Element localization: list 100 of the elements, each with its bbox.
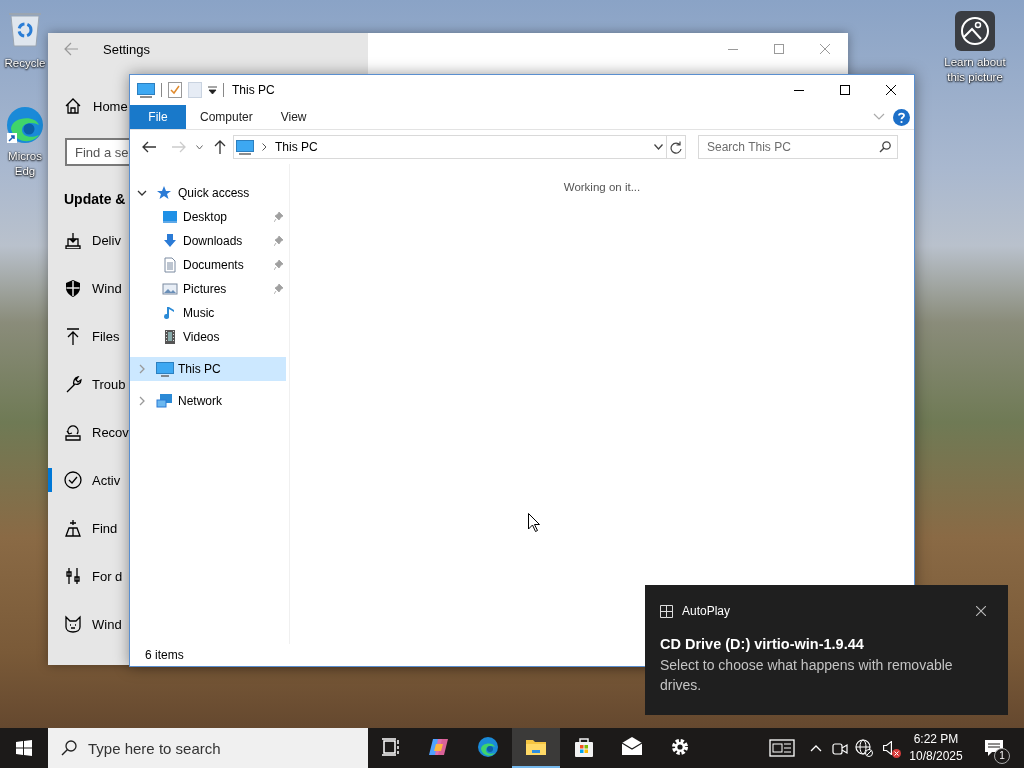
landscape-icon[interactable]	[955, 11, 995, 51]
windows-logo-icon	[16, 740, 32, 756]
monitor-icon	[162, 209, 178, 225]
edge-icon[interactable]	[5, 105, 45, 145]
file-menu-button[interactable]: File	[130, 105, 186, 129]
refresh-icon	[670, 140, 682, 154]
search-box[interactable]: Type here to search	[48, 728, 368, 768]
nav-item[interactable]: Wind	[92, 280, 122, 296]
sliders-icon	[64, 567, 82, 585]
chevron-down-icon	[195, 144, 203, 150]
shield-icon	[64, 279, 82, 297]
close-button[interactable]	[976, 606, 986, 616]
video-camera-icon	[832, 740, 848, 756]
clock-button[interactable]: 6:22 PM 10/8/2025	[906, 731, 966, 765]
upload-icon	[64, 327, 82, 345]
tree-item[interactable]: Music	[183, 306, 215, 320]
notification-button[interactable]: 1	[974, 728, 1014, 768]
window-title: This PC	[232, 83, 275, 97]
time-text: 6:22 PM	[913, 731, 959, 748]
section-heading: Update &	[64, 190, 126, 209]
search-icon	[879, 141, 891, 153]
app-grid-icon	[660, 604, 673, 618]
nav-item[interactable]: Activ	[92, 472, 121, 488]
checklist-icon	[168, 82, 182, 98]
edge-icon	[477, 736, 499, 758]
computer-icon	[236, 139, 254, 155]
dropdown-caret-icon	[208, 85, 217, 95]
close-icon	[886, 85, 896, 95]
tray-arrow-icon	[64, 231, 82, 249]
wrench-icon	[64, 375, 82, 393]
breadcrumb-item[interactable]: This PC	[275, 140, 318, 154]
window-title: Settings	[103, 41, 150, 57]
check-circle-icon	[64, 471, 82, 489]
down-arrow-icon	[162, 233, 178, 249]
cat-icon	[64, 615, 82, 633]
nav-item[interactable]: Recov	[92, 424, 129, 440]
customize-button[interactable]	[208, 85, 217, 95]
document-icon	[162, 257, 178, 273]
search-icon	[61, 740, 77, 756]
chevron-down-icon	[653, 144, 663, 150]
forward-arrow-icon	[172, 141, 186, 153]
gear-icon	[669, 736, 691, 758]
notification-count: 1	[994, 748, 1010, 764]
loading-message: Working on it...	[563, 181, 641, 193]
film-icon	[162, 329, 178, 345]
properties-button[interactable]	[168, 82, 182, 98]
status-text: 6 items	[145, 648, 184, 662]
help-button[interactable]	[893, 108, 910, 126]
tree-item[interactable]: This PC	[178, 362, 221, 376]
envelope-icon	[621, 736, 643, 758]
speaker-icon	[882, 741, 892, 755]
close-icon	[976, 606, 986, 616]
muted-badge-icon	[892, 749, 901, 758]
mouse-pointer-icon	[528, 513, 540, 532]
pin-icon	[274, 260, 283, 270]
pin-icon	[274, 284, 283, 294]
search-input[interactable]: Search This PC	[707, 140, 879, 154]
close-icon	[820, 44, 830, 54]
notification-title: CD Drive (D:) virtio-win-1.9.44	[660, 636, 865, 652]
search-input[interactable]: Type here to search	[88, 739, 358, 757]
recovery-icon	[64, 423, 82, 441]
nav-item[interactable]: For d	[92, 568, 123, 584]
nav-item[interactable]: Deliv	[92, 232, 121, 248]
maximize-icon	[774, 44, 784, 54]
nav-item[interactable]: Wind	[92, 616, 122, 632]
notification-message: Select to choose what happens with removable drives.	[660, 656, 954, 695]
taskbar-app-button[interactable]	[512, 728, 560, 768]
computer-icon	[156, 361, 174, 377]
breadcrumb-chevron-icon	[262, 143, 267, 151]
date-text: 10/8/2025	[909, 748, 963, 765]
tree-item[interactable]: Documents	[183, 258, 244, 272]
tree-item[interactable]: Videos	[183, 330, 220, 344]
tree-item[interactable]: Quick access	[178, 186, 250, 200]
home-icon	[64, 97, 82, 115]
address-bar[interactable]: This PC	[233, 135, 686, 159]
notification-app-name: AutoPlay	[682, 604, 731, 618]
network-icon	[156, 393, 174, 409]
copilot-icon	[429, 736, 451, 758]
tree-item[interactable]: Pictures	[183, 282, 227, 296]
help-icon	[893, 108, 910, 126]
shopping-bag-icon	[573, 736, 595, 758]
blank-page-icon	[188, 82, 202, 98]
picture-icon	[162, 281, 178, 297]
pin-icon	[274, 212, 283, 222]
search-field[interactable]: Find a se	[65, 138, 129, 166]
ribbon-tab[interactable]: Computer	[186, 105, 267, 129]
search-box[interactable]: Search This PC	[698, 135, 898, 159]
ribbon-tab[interactable]: View	[266, 105, 321, 129]
nav-item[interactable]: Troub	[92, 376, 126, 392]
tree-item[interactable]: Downloads	[183, 234, 243, 248]
tree-item[interactable]: Network	[178, 394, 222, 408]
nav-item[interactable]: Files	[92, 328, 120, 344]
back-arrow-icon	[142, 141, 156, 153]
newspaper-icon	[769, 739, 795, 757]
maximize-icon	[840, 85, 850, 95]
tree-item[interactable]: Desktop	[183, 210, 228, 224]
pin-icon	[274, 236, 283, 246]
home-link[interactable]: Home	[93, 98, 128, 114]
nav-item[interactable]: Find	[92, 520, 118, 536]
computer-icon	[137, 82, 155, 98]
